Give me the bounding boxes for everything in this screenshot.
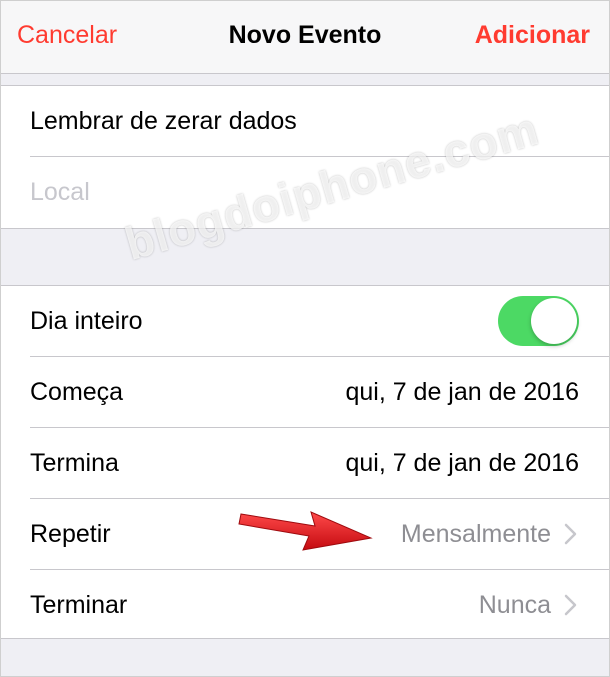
- event-info-group: [1, 85, 609, 229]
- all-day-toggle[interactable]: [498, 296, 579, 346]
- add-button[interactable]: Adicionar: [475, 21, 590, 50]
- end-repeat-row[interactable]: Terminar Nunca: [30, 570, 609, 640]
- starts-row[interactable]: Começa qui, 7 de jan de 2016: [30, 357, 609, 428]
- all-day-label: Dia inteiro: [30, 307, 143, 335]
- ends-label: Termina: [30, 449, 119, 477]
- ends-row[interactable]: Termina qui, 7 de jan de 2016: [30, 428, 609, 499]
- ends-value: qui, 7 de jan de 2016: [345, 449, 579, 477]
- repeat-label: Repetir: [30, 520, 111, 548]
- chevron-right-icon: [564, 523, 577, 545]
- title-row[interactable]: [30, 86, 609, 157]
- title-input[interactable]: [30, 102, 570, 140]
- screenshot-frame: Cancelar Novo Evento Adicionar Dia intei…: [0, 0, 610, 677]
- repeat-value: Mensalmente: [400, 520, 551, 548]
- end-repeat-value: Nunca: [478, 591, 551, 619]
- event-details-group: Dia inteiro Começa qui, 7 de jan de 2016…: [1, 285, 609, 639]
- location-input[interactable]: [30, 173, 570, 211]
- navigation-bar: Cancelar Novo Evento Adicionar: [1, 1, 609, 74]
- repeat-row[interactable]: Repetir Mensalmente: [30, 499, 609, 570]
- location-row[interactable]: [30, 157, 609, 227]
- all-day-row: Dia inteiro: [30, 286, 609, 357]
- starts-label: Começa: [30, 378, 124, 406]
- end-repeat-label: Terminar: [30, 591, 128, 619]
- toggle-knob: [531, 298, 577, 344]
- chevron-right-icon: [564, 594, 577, 616]
- starts-value: qui, 7 de jan de 2016: [345, 378, 579, 406]
- cancel-button[interactable]: Cancelar: [17, 21, 117, 50]
